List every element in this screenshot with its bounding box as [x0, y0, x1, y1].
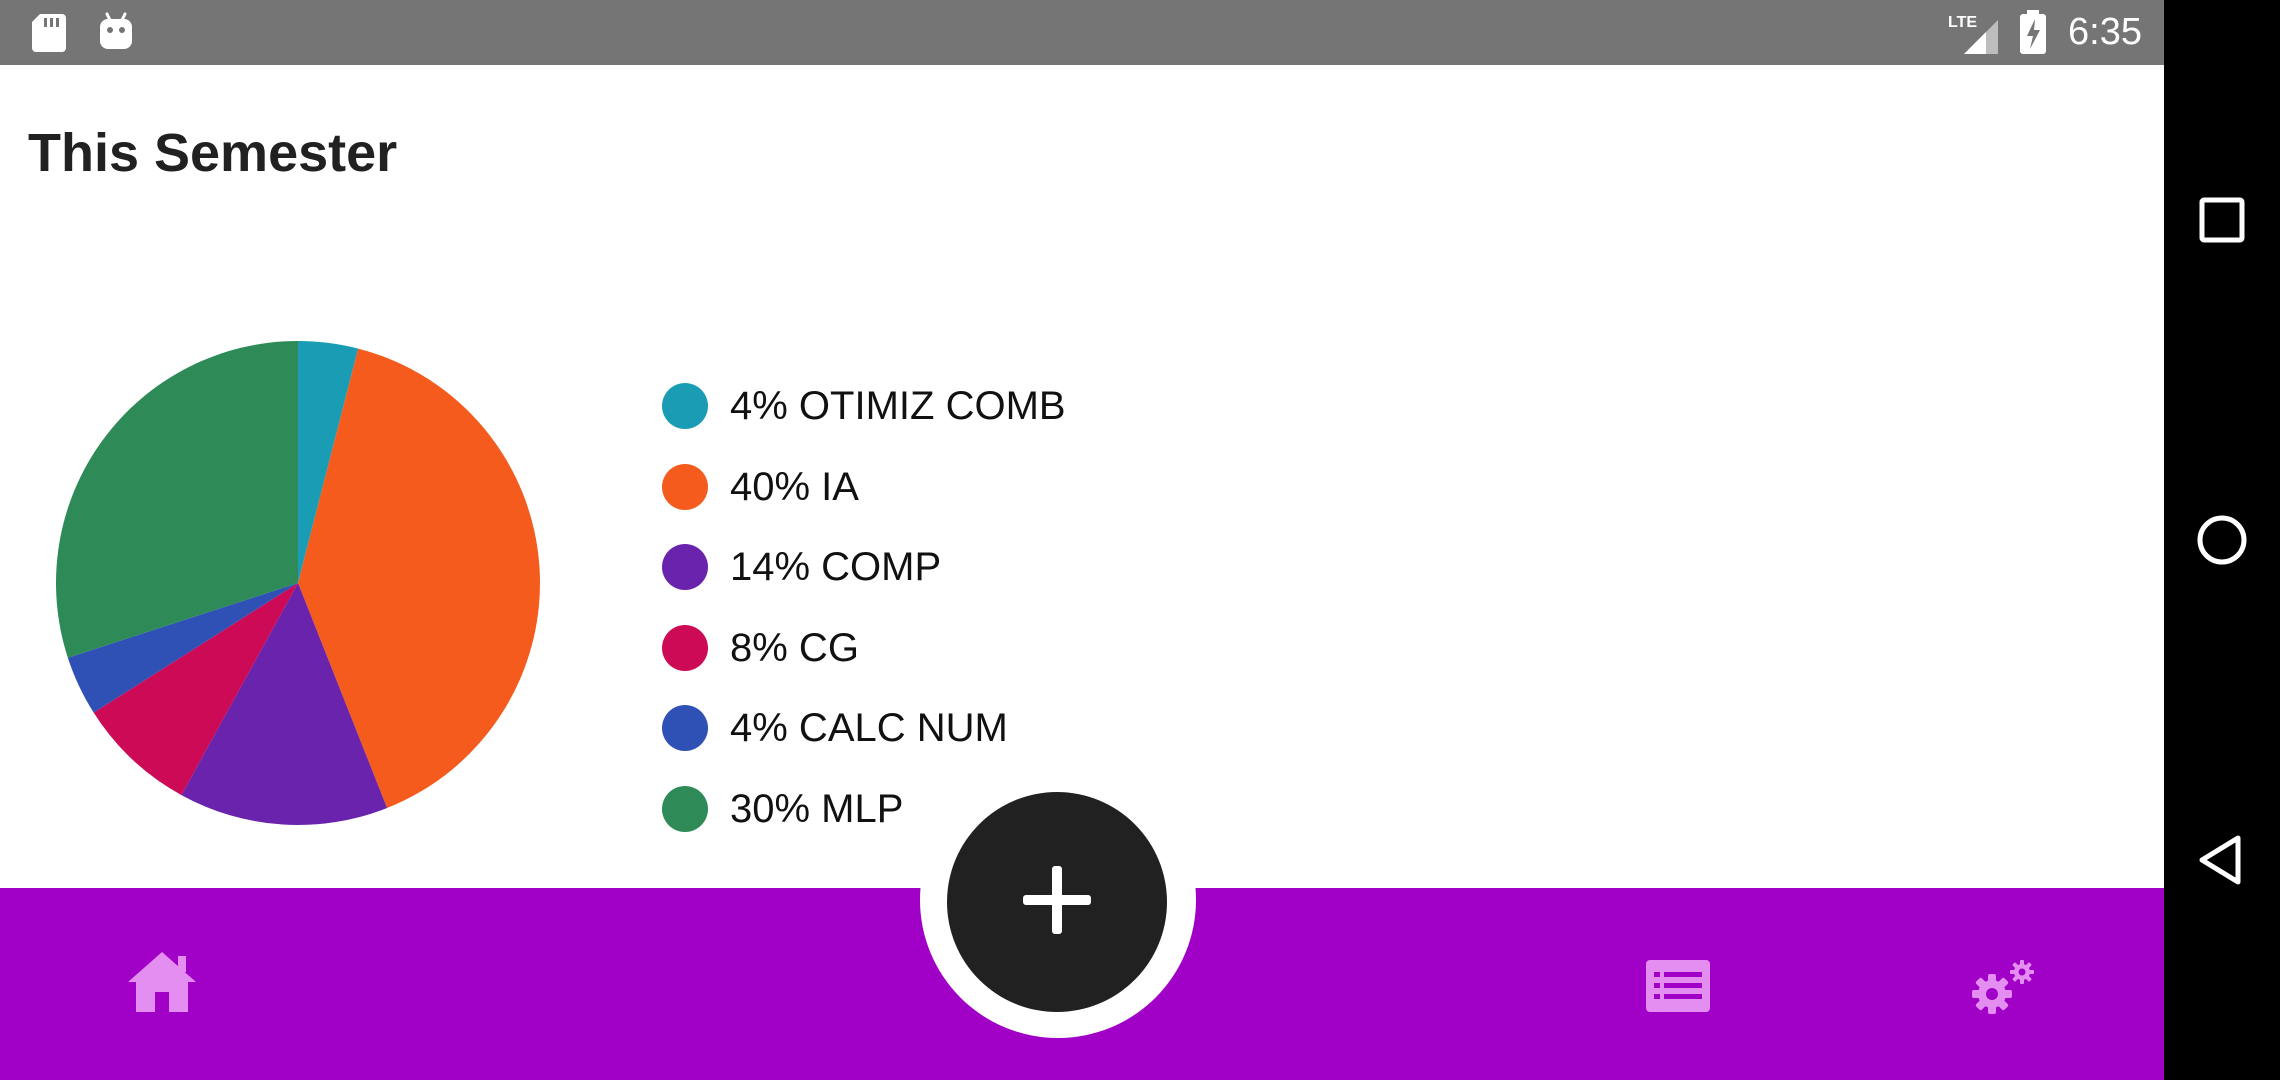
legend-color-dot: [662, 624, 708, 671]
legend-label: 4% OTIMIZ COMB: [730, 384, 1066, 429]
legend-color-dot: [662, 463, 708, 510]
page-title: This Semester: [28, 123, 398, 183]
legend-label: 8% CG: [730, 625, 859, 670]
legend-item: 40% IA: [662, 447, 1066, 528]
home-circle-icon[interactable]: [2192, 510, 2252, 570]
status-bar: LTE 6:35: [0, 0, 2164, 65]
settings-icon[interactable]: [1966, 958, 2038, 1023]
recents-square-icon[interactable]: [2192, 190, 2252, 250]
legend-color-dot: [662, 383, 708, 430]
lte-signal-icon: LTE: [1946, 10, 1998, 59]
system-navigation-bar: [2164, 0, 2280, 1080]
add-button[interactable]: [947, 792, 1167, 1012]
legend-item: 14% COMP: [662, 527, 1066, 608]
sd-card-icon: [32, 14, 66, 57]
battery-charging-icon: [2018, 10, 2048, 59]
legend-item: 8% CG: [662, 608, 1066, 689]
plus-icon: [1023, 865, 1091, 939]
legend-item: 4% CALC NUM: [662, 688, 1066, 769]
back-triangle-icon[interactable]: [2192, 830, 2252, 890]
clock-time: 6:35: [2068, 11, 2142, 53]
pie-chart: [55, 341, 540, 825]
home-icon[interactable]: [126, 948, 198, 1019]
legend-label: 40% IA: [730, 464, 859, 509]
legend-label: 4% CALC NUM: [730, 706, 1008, 751]
android-icon: [98, 12, 134, 57]
legend-color-dot: [662, 544, 708, 591]
legend-color-dot: [662, 705, 708, 752]
legend-label: 30% MLP: [730, 786, 904, 831]
network-type-label: LTE: [1948, 14, 1977, 31]
list-icon[interactable]: [1644, 958, 1712, 1019]
legend-item: 4% OTIMIZ COMB: [662, 366, 1066, 447]
legend-color-dot: [662, 785, 708, 832]
legend-label: 14% COMP: [730, 545, 942, 590]
